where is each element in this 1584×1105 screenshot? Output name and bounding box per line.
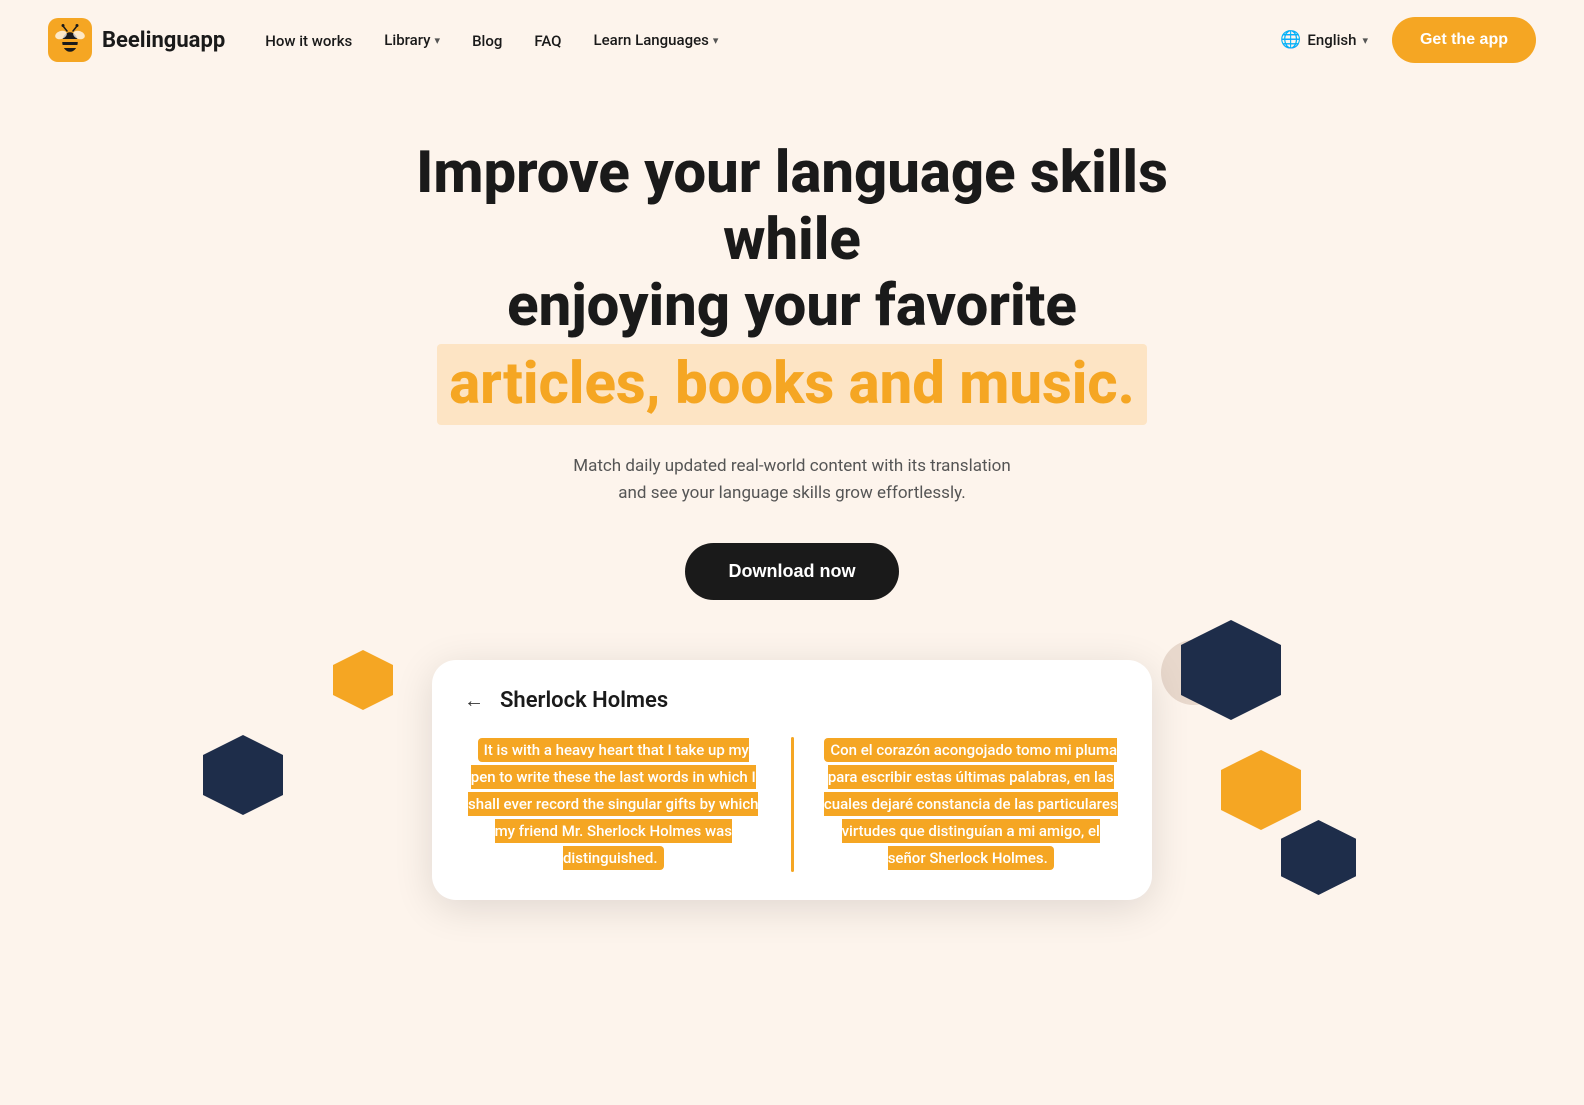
- back-arrow-icon[interactable]: ←: [464, 688, 484, 713]
- nav-link-learn-languages: Learn Languages: [594, 31, 709, 49]
- hero-subtitle: Match daily updated real-world content w…: [572, 453, 1012, 507]
- language-label: English: [1307, 31, 1356, 49]
- spanish-passage: Con el corazón acongojado tomo mi pluma …: [824, 738, 1118, 870]
- nav-item-learn-languages[interactable]: Learn Languages ▾: [594, 31, 719, 49]
- card-content: It is with a heavy heart that I take up …: [464, 737, 1120, 872]
- library-chevron-icon: ▾: [435, 34, 441, 47]
- learn-languages-chevron-icon: ▾: [713, 34, 719, 47]
- card-book-title: Sherlock Holmes: [500, 688, 668, 713]
- hero-title: Improve your language skills while enjoy…: [352, 140, 1232, 340]
- nav-link-faq[interactable]: FAQ: [534, 32, 561, 50]
- logo-text: Beelinguapp: [102, 28, 225, 53]
- get-app-button[interactable]: Get the app: [1392, 17, 1536, 63]
- hero-highlight-text: articles, books and music.: [437, 344, 1147, 425]
- nav-link-blog[interactable]: Blog: [472, 32, 502, 50]
- nav-item-library[interactable]: Library ▾: [384, 31, 440, 49]
- decorative-section: ← Sherlock Holmes It is with a heavy hea…: [48, 650, 1536, 990]
- hero-section: Improve your language skills while enjoy…: [0, 80, 1584, 990]
- language-chevron-icon: ▾: [1362, 34, 1368, 47]
- hex-orange-small: [333, 650, 393, 710]
- app-mockup-card: ← Sherlock Holmes It is with a heavy hea…: [432, 660, 1152, 900]
- nav-item-faq[interactable]: FAQ: [534, 31, 561, 50]
- english-text-column: It is with a heavy heart that I take up …: [464, 737, 763, 872]
- hex-dark-left: [203, 735, 283, 815]
- nav-right: 🌐 English ▾ Get the app: [1280, 17, 1536, 63]
- nav-link-library: Library: [384, 31, 430, 49]
- bee-logo-icon: [48, 18, 92, 62]
- nav-link-how-it-works[interactable]: How it works: [265, 32, 352, 50]
- nav-links: How it works Library ▾ Blog FAQ Learn La…: [265, 31, 718, 50]
- hex-dark-right-top: [1181, 620, 1281, 720]
- spanish-text-column: Con el corazón acongojado tomo mi pluma …: [822, 737, 1121, 872]
- english-passage: It is with a heavy heart that I take up …: [468, 738, 758, 870]
- card-header: ← Sherlock Holmes: [464, 688, 1120, 713]
- hex-dark-right-bottom: [1281, 820, 1356, 895]
- nav-left: Beelinguapp How it works Library ▾ Blog …: [48, 18, 718, 62]
- hero-title-line2: enjoying your favorite: [507, 272, 1077, 340]
- navbar: Beelinguapp How it works Library ▾ Blog …: [0, 0, 1584, 80]
- language-selector[interactable]: 🌐 English ▾: [1280, 30, 1368, 50]
- nav-item-blog[interactable]: Blog: [472, 31, 502, 50]
- hero-title-line1: Improve your language skills while: [416, 139, 1168, 274]
- globe-icon: 🌐: [1280, 30, 1301, 50]
- logo[interactable]: Beelinguapp: [48, 18, 225, 62]
- hex-orange-right: [1221, 750, 1301, 830]
- column-divider: [791, 737, 794, 872]
- download-now-button[interactable]: Download now: [685, 543, 900, 600]
- nav-item-how-it-works[interactable]: How it works: [265, 31, 352, 50]
